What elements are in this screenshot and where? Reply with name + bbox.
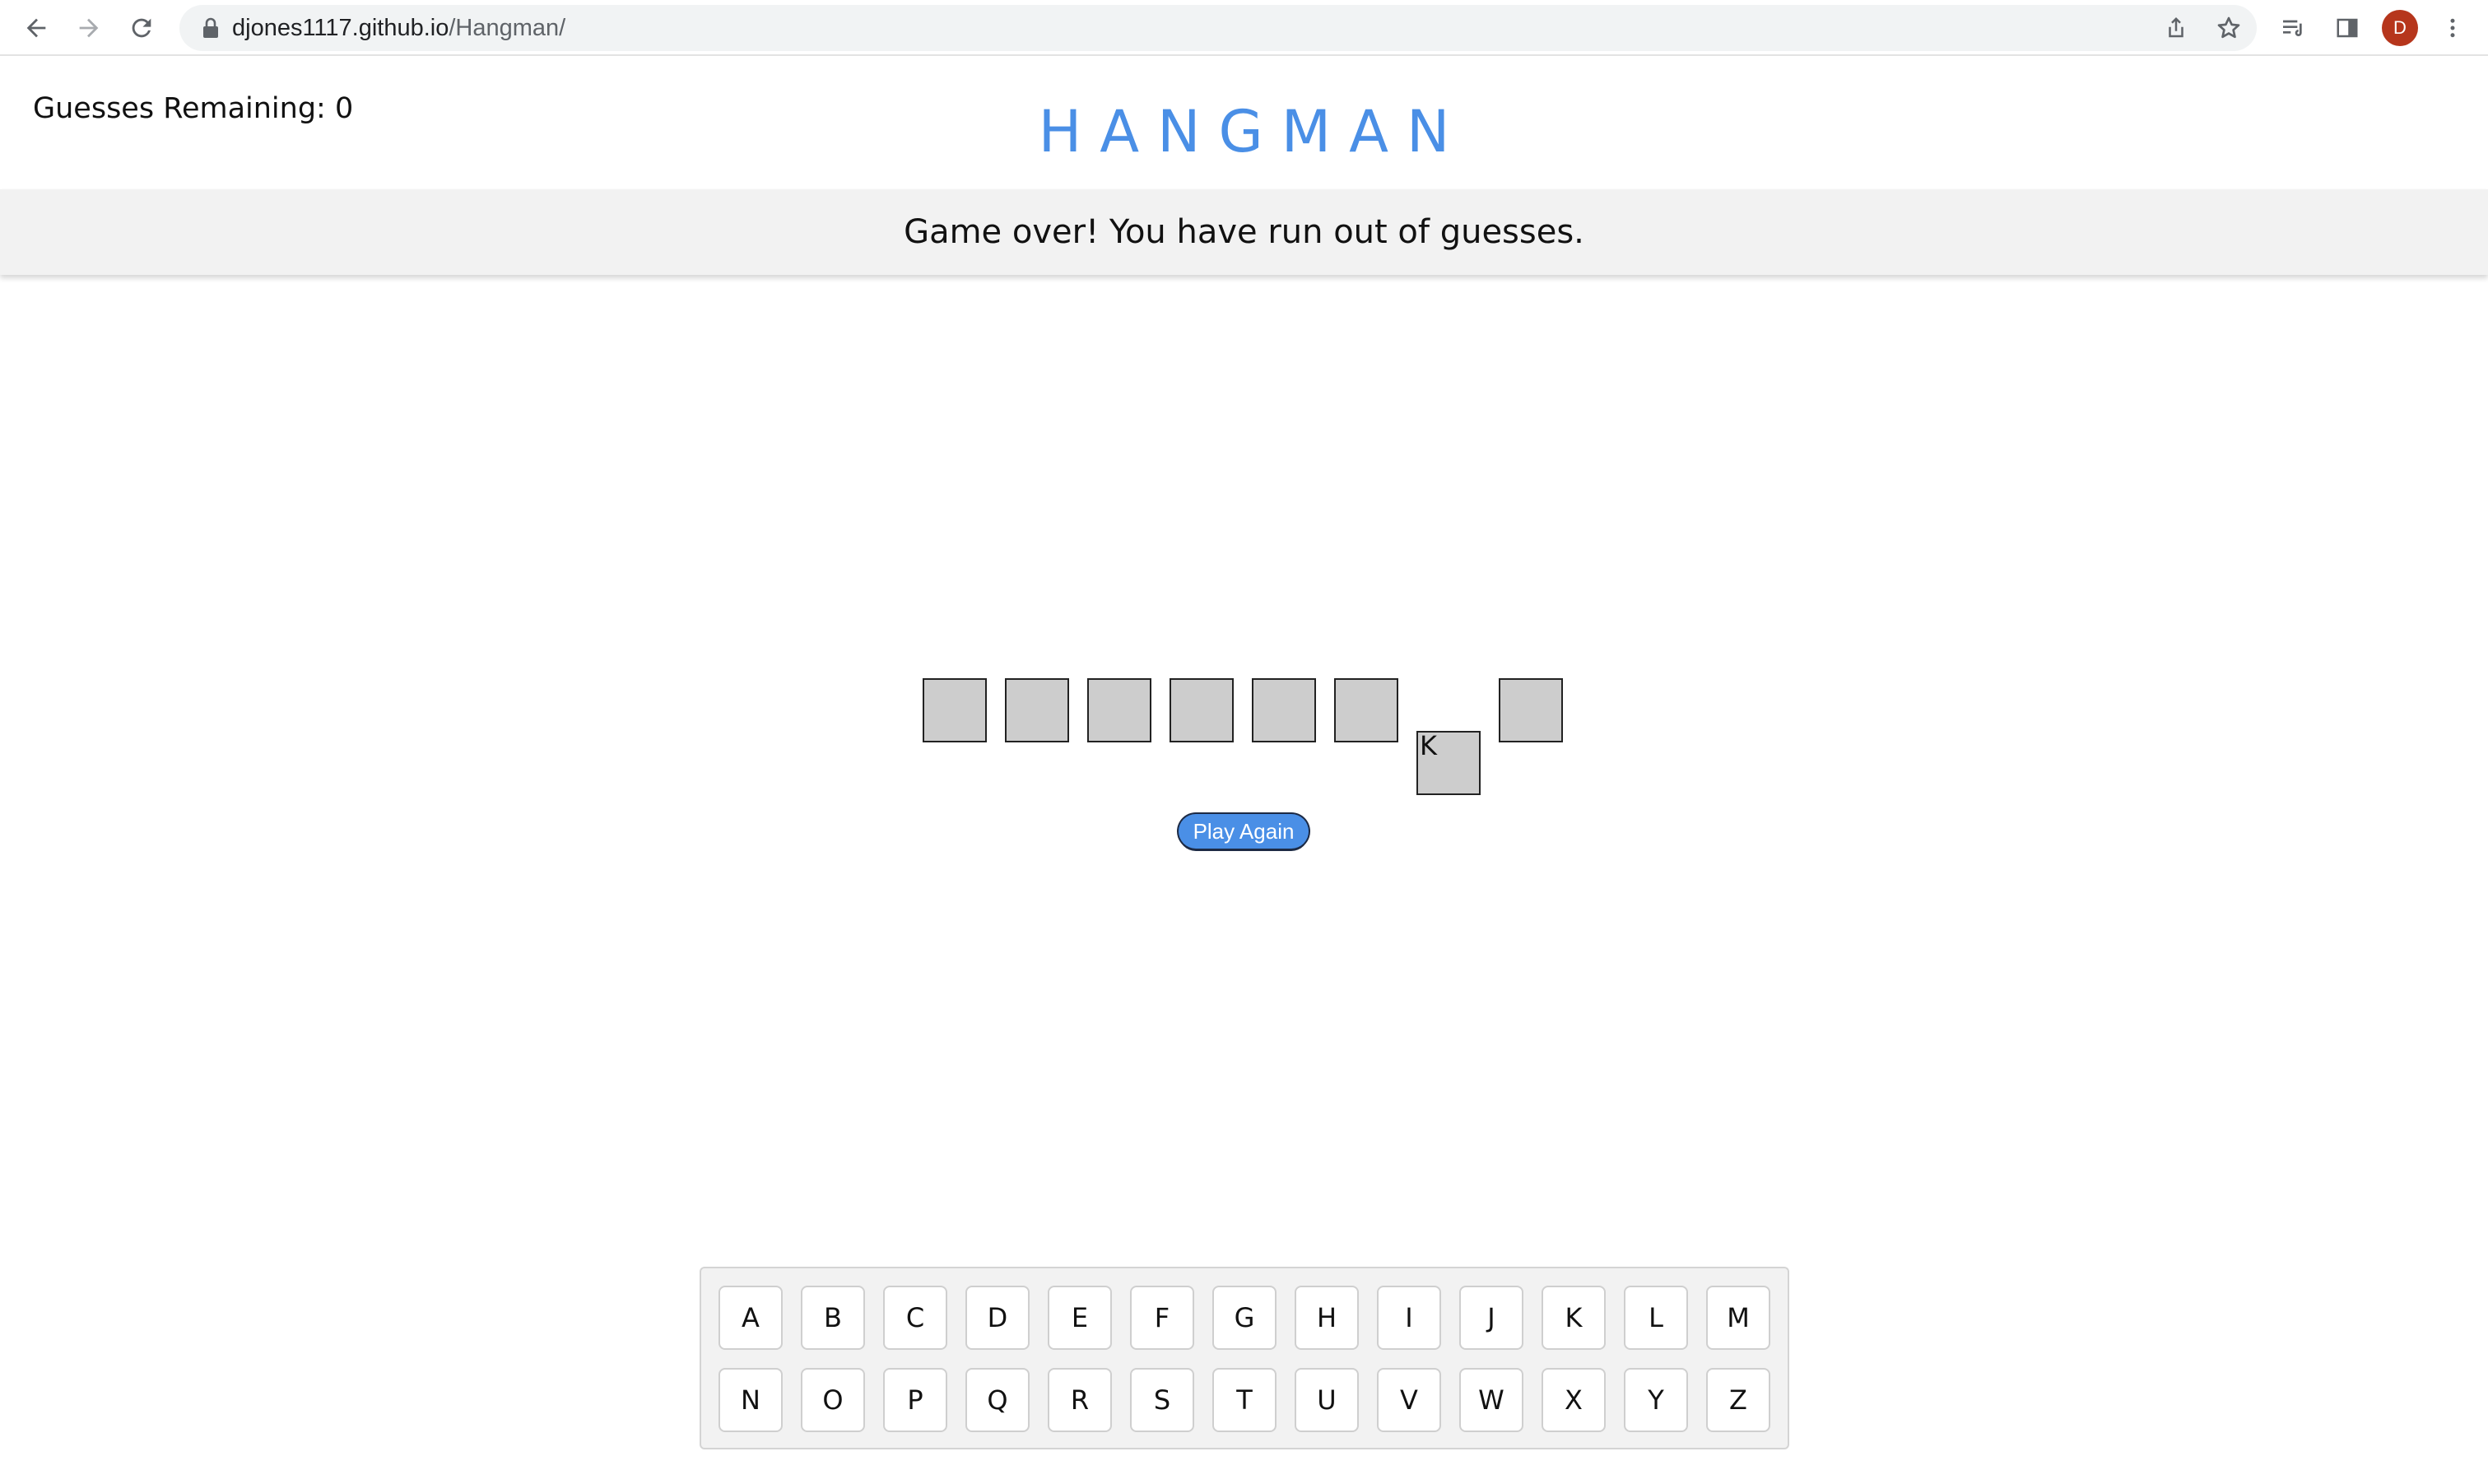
letter-tile: K [1416,731,1481,795]
key-l[interactable]: L [1624,1286,1688,1350]
key-q[interactable]: Q [965,1368,1030,1432]
key-k[interactable]: K [1542,1286,1606,1350]
status-message: Game over! You have run out of guesses. [0,189,2488,275]
key-e[interactable]: E [1048,1286,1112,1350]
forward-icon [79,18,99,38]
page-title: HANGMAN [1038,98,1468,165]
letter-tile [1087,678,1151,742]
reading-list-button[interactable] [2276,12,2309,44]
key-t[interactable]: T [1212,1368,1277,1432]
key-m[interactable]: M [1706,1286,1770,1350]
bookmark-button[interactable] [2215,14,2243,42]
forward-button[interactable] [67,7,110,49]
reading-list-icon [2283,20,2302,36]
key-c[interactable]: C [883,1286,947,1350]
profile-avatar[interactable]: D [2382,10,2418,46]
key-u[interactable]: U [1295,1368,1359,1432]
browser-menu-button[interactable] [2436,12,2469,44]
key-v[interactable]: V [1377,1368,1441,1432]
star-icon [2217,16,2240,39]
reload-icon [132,18,151,38]
key-y[interactable]: Y [1624,1368,1688,1432]
browser-toolbar: djones1117.github.io/Hangman/ D [0,0,2488,56]
share-button[interactable] [2162,14,2190,42]
side-panel-icon [2337,18,2358,38]
key-i[interactable]: I [1377,1286,1441,1350]
key-h[interactable]: H [1295,1286,1359,1350]
key-j[interactable]: J [1459,1286,1523,1350]
key-o[interactable]: O [801,1368,865,1432]
letter-tile [923,678,987,742]
key-z[interactable]: Z [1706,1368,1770,1432]
key-p[interactable]: P [883,1368,947,1432]
letter-tile [1252,678,1316,742]
menu-icon [2450,18,2455,38]
back-icon [26,18,46,38]
url-text[interactable]: djones1117.github.io/Hangman/ [232,5,565,51]
key-r[interactable]: R [1048,1368,1112,1432]
key-n[interactable]: N [718,1368,783,1432]
key-g[interactable]: G [1212,1286,1277,1350]
lock-icon[interactable] [201,17,221,39]
share-icon [2169,16,2183,38]
key-x[interactable]: X [1542,1368,1606,1432]
key-b[interactable]: B [801,1286,865,1350]
back-button[interactable] [15,7,58,49]
key-d[interactable]: D [965,1286,1030,1350]
url-path: /Hangman/ [449,15,566,41]
letter-tile [1499,678,1563,742]
reload-button[interactable] [120,7,163,49]
url-host: djones1117.github.io [232,15,449,41]
side-panel-button[interactable] [2331,12,2364,44]
key-s[interactable]: S [1130,1368,1194,1432]
play-again-button[interactable]: Play Again [1179,814,1309,849]
key-f[interactable]: F [1130,1286,1194,1350]
key-w[interactable]: W [1459,1368,1523,1432]
key-a[interactable]: A [718,1286,783,1350]
letter-tile [1005,678,1069,742]
letter-tile [1334,678,1398,742]
letter-keyboard: A B C D E F G H I J K L M N O P Q R S T … [700,1267,1789,1449]
letter-tile [1170,678,1234,742]
address-bar[interactable]: djones1117.github.io/Hangman/ [179,5,2257,51]
